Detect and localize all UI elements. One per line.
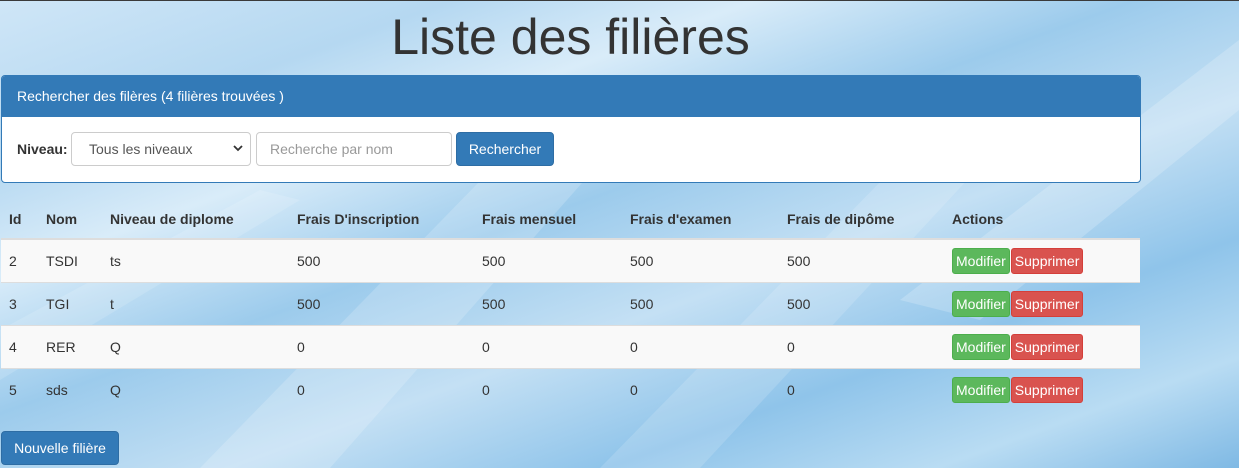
cell-nom: TSDI: [38, 238, 102, 283]
cell-id: 3: [1, 282, 38, 326]
column-header-frais-inscription: Frais D'inscription: [289, 199, 474, 240]
cell-id: 5: [1, 368, 38, 411]
modify-button[interactable]: Modifier: [952, 291, 1010, 317]
cell-niveau: ts: [102, 238, 289, 283]
cell-frais-examen: 500: [622, 238, 779, 283]
cell-frais-mensuel: 0: [474, 325, 622, 369]
cell-frais-mensuel: 500: [474, 238, 622, 283]
new-filiere-button[interactable]: Nouvelle filière: [1, 431, 119, 465]
cell-frais-examen: 0: [622, 368, 779, 411]
cell-id: 2: [1, 238, 38, 283]
cell-frais-examen: 500: [622, 282, 779, 326]
cell-frais-diplome: 0: [779, 325, 944, 369]
cell-nom: sds: [38, 368, 102, 411]
column-header-id: Id: [1, 199, 38, 240]
cell-frais-mensuel: 500: [474, 282, 622, 326]
cell-frais-examen: 0: [622, 325, 779, 369]
modify-button[interactable]: Modifier: [952, 377, 1010, 403]
cell-nom: TGI: [38, 282, 102, 326]
name-search-input[interactable]: Recherche par nom: [256, 132, 452, 166]
column-header-frais-diplome: Frais de dipôme: [779, 199, 944, 240]
modify-button[interactable]: Modifier: [952, 248, 1010, 274]
table-row: 5 sds Q 0 0 0 0 Modifier Supprimer: [1, 368, 1140, 411]
cell-frais-diplome: 500: [779, 238, 944, 283]
cell-actions: Modifier Supprimer: [944, 282, 1140, 326]
delete-button[interactable]: Supprimer: [1010, 248, 1084, 274]
cell-frais-diplome: 0: [779, 368, 944, 411]
cell-niveau: Q: [102, 325, 289, 369]
cell-id: 4: [1, 325, 38, 369]
search-form: Niveau: Tous les niveaux Recherche par n…: [2, 117, 1140, 181]
cell-frais-mensuel: 0: [474, 368, 622, 411]
delete-button[interactable]: Supprimer: [1010, 291, 1084, 317]
cell-frais-inscription: 0: [289, 368, 474, 411]
page-title: Liste des filières: [391, 9, 750, 65]
cell-frais-inscription: 0: [289, 325, 474, 369]
cell-niveau: t: [102, 282, 289, 326]
table-row: 3 TGI t 500 500 500 500 Modifier Supprime…: [1, 282, 1140, 326]
niveau-select-value: Tous les niveaux: [89, 141, 193, 157]
search-panel-heading: Rechercher des filères (4 filières trouv…: [2, 76, 1140, 117]
search-panel: Rechercher des filères (4 filières trouv…: [1, 75, 1141, 183]
chevron-down-icon: [232, 133, 244, 178]
column-header-nom: Nom: [38, 199, 102, 240]
column-header-frais-mensuel: Frais mensuel: [474, 199, 622, 240]
column-header-actions: Actions: [944, 199, 1140, 240]
delete-button[interactable]: Supprimer: [1010, 334, 1084, 360]
cell-actions: Modifier Supprimer: [944, 368, 1140, 411]
cell-niveau: Q: [102, 368, 289, 411]
filieres-table: Id Nom Niveau de diplome Frais D'inscrip…: [1, 199, 1140, 411]
niveau-select[interactable]: Tous les niveaux: [71, 132, 251, 166]
cell-nom: RER: [38, 325, 102, 369]
search-button[interactable]: Rechercher: [456, 132, 554, 166]
column-header-niveau: Niveau de diplome: [102, 199, 289, 240]
table-header-row: Id Nom Niveau de diplome Frais D'inscrip…: [1, 199, 1140, 240]
cell-frais-inscription: 500: [289, 238, 474, 283]
top-border: [0, 0, 1239, 1]
delete-button[interactable]: Supprimer: [1010, 377, 1084, 403]
column-header-frais-examen: Frais d'examen: [622, 199, 779, 240]
table-row: 2 TSDI ts 500 500 500 500 Modifier Suppri…: [1, 238, 1140, 283]
cell-actions: Modifier Supprimer: [944, 325, 1140, 369]
niveau-label: Niveau:: [17, 141, 68, 157]
name-search-placeholder: Recherche par nom: [270, 141, 393, 157]
cell-actions: Modifier Supprimer: [944, 238, 1140, 283]
table-row: 4 RER Q 0 0 0 0 Modifier Supprimer: [1, 325, 1140, 369]
modify-button[interactable]: Modifier: [952, 334, 1010, 360]
cell-frais-inscription: 500: [289, 282, 474, 326]
cell-frais-diplome: 500: [779, 282, 944, 326]
